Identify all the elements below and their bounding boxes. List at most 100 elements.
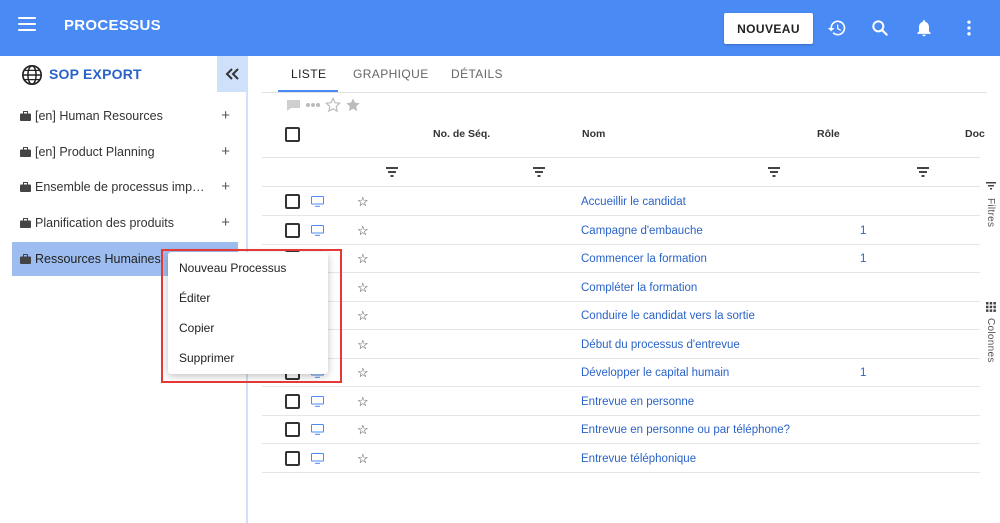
- briefcase-icon: [20, 218, 31, 228]
- columns-grid-icon[interactable]: [986, 302, 996, 312]
- sidebar-item-human-resources-en[interactable]: [en] Human Resources +: [12, 99, 238, 133]
- process-name-link[interactable]: Entrevue en personne: [581, 396, 694, 408]
- briefcase-icon: [20, 147, 31, 157]
- table-row[interactable]: ☆ Conduire le candidat vers la sortie: [262, 302, 980, 330]
- table-row[interactable]: ☆ Entrevue en personne ou par téléphone?: [262, 416, 980, 444]
- favorite-star-icon[interactable]: ☆: [357, 337, 369, 353]
- tab-details[interactable]: DÉTAILS: [451, 67, 503, 81]
- search-icon[interactable]: [868, 16, 892, 40]
- menu-icon[interactable]: [18, 17, 36, 31]
- process-name-link[interactable]: Entrevue en personne ou par téléphone?: [581, 424, 790, 436]
- filter-icon[interactable]: [386, 167, 398, 177]
- select-all-checkbox[interactable]: [285, 127, 300, 142]
- process-name-link[interactable]: Commencer la formation: [581, 253, 707, 265]
- table-row[interactable]: ☆ Entrevue téléphonique: [262, 445, 980, 473]
- sidebar-item-label: Ressources Humaines: [35, 252, 161, 266]
- favorite-star-icon[interactable]: ☆: [357, 308, 369, 324]
- expand-icon[interactable]: +: [221, 214, 230, 231]
- right-rail: Filtres Colonnes: [980, 160, 1000, 523]
- process-name-link[interactable]: Développer le capital humain: [581, 367, 729, 379]
- double-chevron-left-icon: [225, 68, 239, 80]
- monitor-icon[interactable]: [311, 224, 324, 236]
- context-menu: Nouveau Processus Éditer Copier Supprime…: [168, 252, 328, 374]
- more-horiz-icon: [306, 103, 320, 107]
- sidebar-item-label: [en] Human Resources: [35, 109, 163, 123]
- expand-icon[interactable]: +: [221, 178, 230, 195]
- menu-item-delete[interactable]: Supprimer: [179, 351, 234, 365]
- monitor-icon[interactable]: [311, 196, 324, 207]
- briefcase-icon: [20, 254, 31, 264]
- filter-icon[interactable]: [917, 167, 929, 177]
- sidebar-header: SOP EXPORT: [0, 56, 247, 92]
- columns-panel-toggle[interactable]: Colonnes: [985, 318, 996, 363]
- monitor-icon[interactable]: [311, 452, 324, 464]
- workspace-title: SOP EXPORT: [49, 66, 142, 82]
- row-checkbox[interactable]: [285, 422, 300, 437]
- favorite-star-icon[interactable]: ☆: [357, 451, 369, 467]
- header-icons-row: [286, 96, 361, 114]
- role-count: 1: [860, 224, 867, 237]
- sidebar-item-ensemble-processus[interactable]: Ensemble de processus impo… +: [12, 170, 238, 204]
- table-row[interactable]: ☆ Commencer la formation 1: [262, 245, 980, 273]
- favorite-star-icon[interactable]: ☆: [357, 422, 369, 438]
- sidebar-item-label: Ensemble de processus impo…: [35, 180, 207, 194]
- row-checkbox[interactable]: [285, 194, 300, 209]
- favorite-star-icon[interactable]: ☆: [357, 365, 369, 381]
- favorite-star-icon[interactable]: ☆: [357, 280, 369, 296]
- process-name-link[interactable]: Accueillir le candidat: [581, 196, 686, 208]
- sidebar-item-label: [en] Product Planning: [35, 145, 155, 159]
- filter-icon[interactable]: [533, 167, 545, 177]
- favorite-star-icon[interactable]: ☆: [357, 394, 369, 410]
- table-row[interactable]: ☆ Accueillir le candidat: [262, 188, 980, 216]
- process-name-link[interactable]: Campagne d'embauche: [581, 225, 703, 237]
- monitor-icon[interactable]: [311, 424, 324, 435]
- row-checkbox[interactable]: [285, 450, 300, 466]
- sidebar-item-product-planning-en[interactable]: [en] Product Planning +: [12, 135, 238, 169]
- favorite-star-icon[interactable]: ☆: [357, 223, 369, 239]
- filters-panel-toggle[interactable]: Filtres: [985, 198, 996, 227]
- expand-icon[interactable]: +: [221, 143, 230, 160]
- table-row[interactable]: ☆ Entrevue en personne: [262, 388, 980, 416]
- table-header: No. de Séq. Nom Rôle Doc: [262, 118, 985, 158]
- table-row[interactable]: ☆ Compléter la formation: [262, 274, 980, 302]
- table-row[interactable]: ☆ Campagne d'embauche 1: [262, 217, 980, 245]
- bell-icon[interactable]: [912, 16, 936, 40]
- process-name-link[interactable]: Compléter la formation: [581, 282, 697, 294]
- column-header-role[interactable]: Rôle: [817, 128, 840, 140]
- table-row[interactable]: ☆ Développer le capital humain 1: [262, 359, 980, 387]
- menu-item-new-process[interactable]: Nouveau Processus: [179, 261, 286, 275]
- menu-item-edit[interactable]: Éditer: [179, 291, 210, 305]
- new-button[interactable]: NOUVEAU: [724, 13, 813, 44]
- column-header-name[interactable]: Nom: [582, 128, 605, 140]
- column-header-doc[interactable]: Doc: [965, 128, 985, 140]
- menu-item-copy[interactable]: Copier: [179, 321, 214, 335]
- collapse-sidebar-button[interactable]: [217, 56, 247, 92]
- column-header-seq[interactable]: No. de Séq.: [433, 128, 490, 140]
- filter-row: [262, 159, 980, 187]
- history-icon[interactable]: [825, 16, 849, 40]
- expand-icon[interactable]: +: [221, 107, 230, 124]
- top-app-bar: PROCESSUS NOUVEAU: [0, 0, 1000, 56]
- table-row[interactable]: ☆ Début du processus d'entrevue: [262, 331, 980, 359]
- globe-icon: [22, 65, 42, 85]
- more-vert-icon[interactable]: [957, 16, 981, 40]
- process-name-link[interactable]: Conduire le candidat vers la sortie: [581, 310, 755, 322]
- favorite-star-icon[interactable]: ☆: [357, 251, 369, 267]
- process-name-link[interactable]: Entrevue téléphonique: [581, 453, 696, 465]
- page-title: PROCESSUS: [64, 17, 161, 34]
- tab-graphique[interactable]: GRAPHIQUE: [353, 67, 429, 81]
- filter-icon[interactable]: [986, 182, 996, 190]
- tab-liste[interactable]: LISTE: [291, 67, 326, 81]
- active-tab-indicator: [278, 90, 338, 92]
- row-checkbox[interactable]: [285, 393, 300, 409]
- process-name-link[interactable]: Début du processus d'entrevue: [581, 339, 740, 351]
- favorite-star-icon[interactable]: ☆: [357, 194, 369, 210]
- monitor-icon[interactable]: [311, 395, 324, 407]
- comment-icon: [287, 99, 300, 111]
- filter-icon[interactable]: [768, 167, 780, 177]
- sidebar-item-label: Planification des produits: [35, 216, 174, 230]
- role-count: 1: [860, 367, 867, 379]
- sidebar-item-planification-produits[interactable]: Planification des produits +: [12, 206, 238, 240]
- row-checkbox[interactable]: [285, 222, 300, 238]
- briefcase-icon: [20, 111, 31, 121]
